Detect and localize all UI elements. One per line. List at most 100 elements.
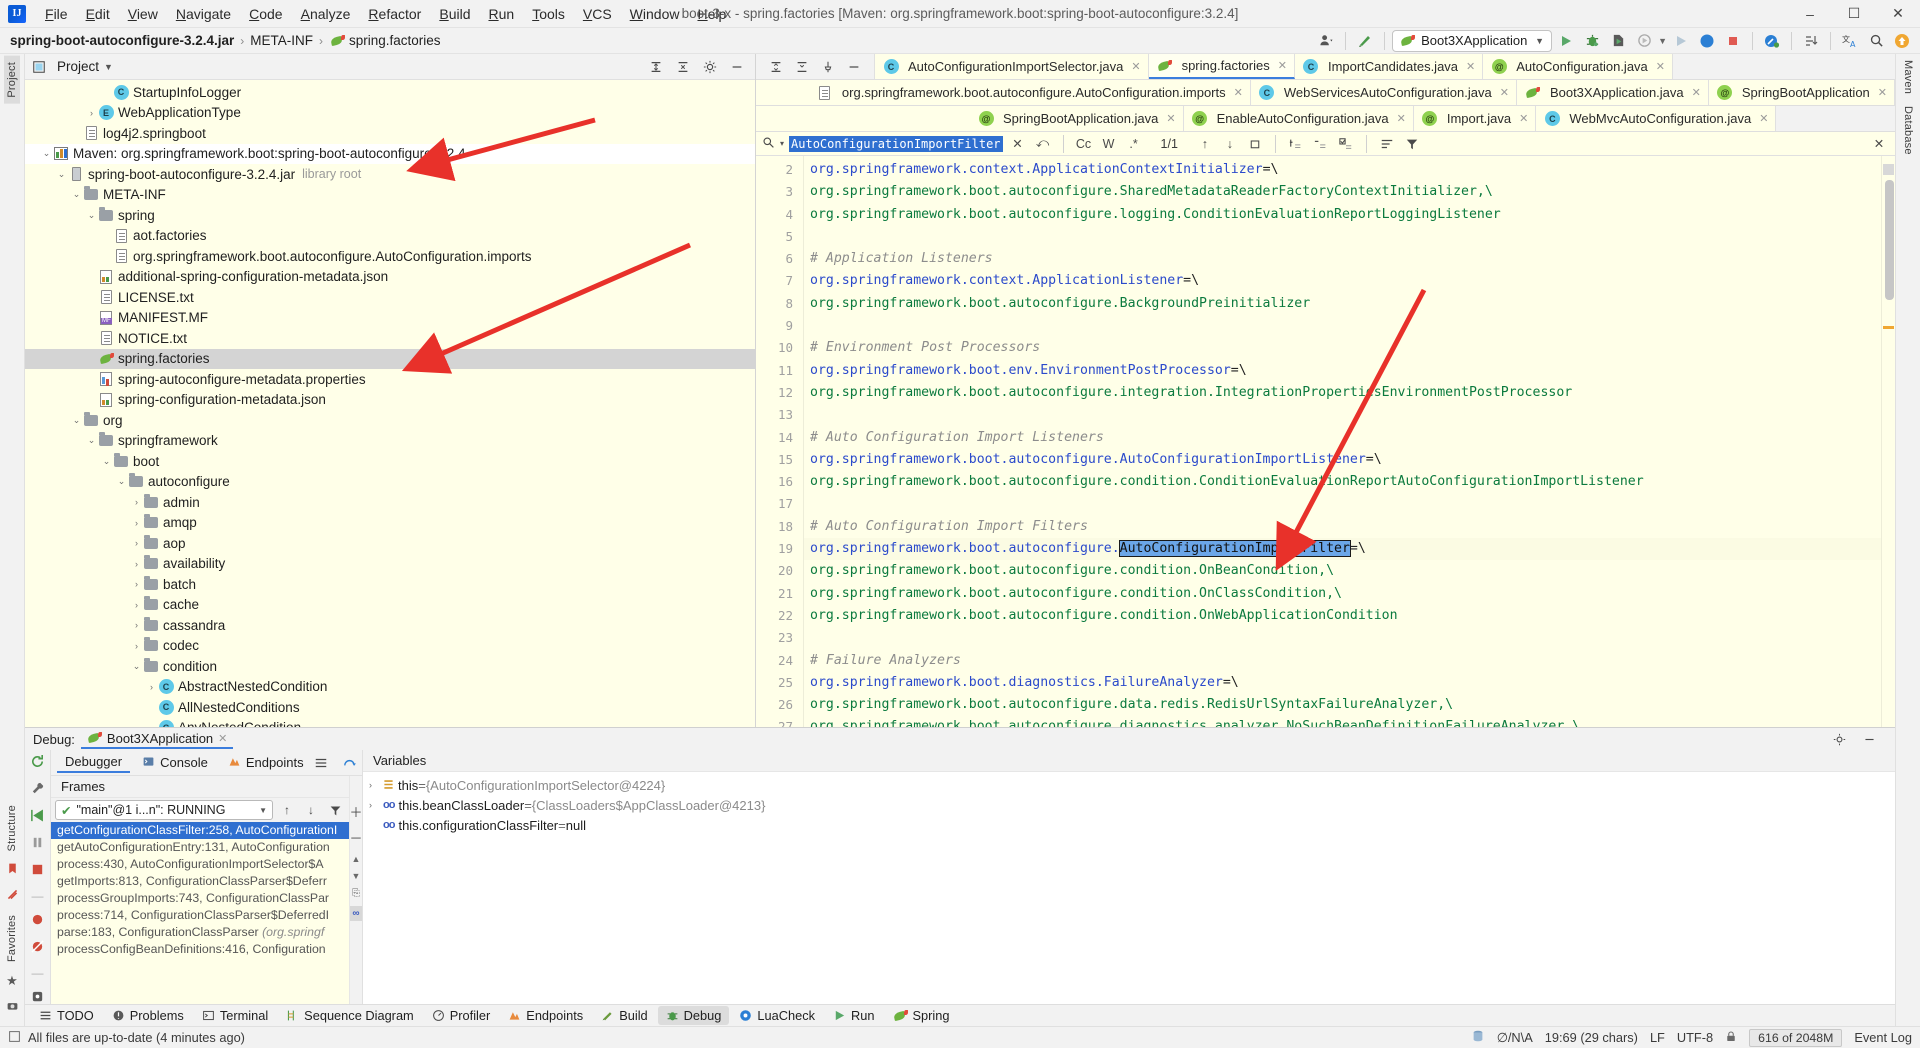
code-line[interactable]: org.springframework.boot.autoconfigure.S… <box>804 181 1881 203</box>
chevron-right-icon[interactable]: › <box>130 600 143 610</box>
tool-window-terminal[interactable]: Terminal <box>194 1006 276 1025</box>
tree-node[interactable]: ⌄ boot <box>25 451 755 472</box>
chevron-right-icon[interactable]: › <box>130 538 143 548</box>
variable-row[interactable]: oo this.configurationClassFilter = null <box>363 815 1895 835</box>
select-all-occurrences-icon[interactable] <box>1245 135 1265 153</box>
code-line[interactable]: # Environment Post Processors <box>804 337 1881 359</box>
star-icon[interactable]: ★ <box>6 973 18 989</box>
line-number[interactable]: 16 <box>756 471 793 493</box>
pause-icon[interactable] <box>30 835 45 853</box>
line-number[interactable]: 24 <box>756 650 793 672</box>
close-icon[interactable]: ✕ <box>1519 112 1528 125</box>
chevron-right-icon[interactable]: › <box>369 800 383 810</box>
sidebar-item-database[interactable]: Database <box>1900 100 1916 161</box>
debug-tab-debugger[interactable]: Debugger <box>57 752 131 773</box>
code-line[interactable]: org.springframework.boot.env.Environment… <box>804 360 1881 382</box>
code-line[interactable]: # Failure Analyzers <box>804 650 1881 672</box>
menu-navigate[interactable]: Navigate <box>167 3 240 25</box>
editor-scrollbar-thumb[interactable] <box>1885 180 1894 300</box>
code-content[interactable]: org.springframework.context.ApplicationC… <box>804 156 1881 727</box>
notification-icon[interactable] <box>1890 30 1914 52</box>
close-icon[interactable]: ✕ <box>1466 60 1475 73</box>
toggle-line-icon[interactable] <box>1336 135 1356 153</box>
editor-tab[interactable]: C WebServicesAutoConfiguration.java ✕ <box>1250 80 1517 105</box>
tree-node[interactable]: ⌄ autoconfigure <box>25 472 755 493</box>
frame-up-icon[interactable]: ↑ <box>277 801 297 819</box>
code-viewport[interactable]: 2 3 4 5 6 7 8 9 10 11 12 13 14 15 16 17 18 19 20 21 22 23 24 25… <box>756 156 1895 727</box>
tree-node[interactable]: › admin <box>25 492 755 513</box>
tree-node[interactable]: ⌄ Maven: org.springframework.boot:spring-… <box>25 143 755 164</box>
tree-node[interactable]: NOTICE.txt <box>25 328 755 349</box>
variables-list[interactable]: › this = {AutoConfigurationImportSelector… <box>363 772 1895 1004</box>
chevron-right-icon[interactable]: › <box>130 620 143 630</box>
menu-view[interactable]: View <box>119 3 167 25</box>
watches-icon[interactable]: ∞ <box>350 906 362 921</box>
chevron-down-icon[interactable]: ⌄ <box>115 476 128 487</box>
move-up-icon[interactable]: ▲ <box>352 854 361 864</box>
line-number[interactable]: 4 <box>756 204 793 226</box>
chevron-right-icon[interactable]: › <box>145 682 158 692</box>
debug-icon[interactable] <box>1580 30 1604 52</box>
variable-row[interactable]: › this = {AutoConfigurationImportSelector… <box>363 775 1895 795</box>
hide-panel-icon[interactable] <box>1857 728 1881 750</box>
update-icon[interactable] <box>1353 30 1377 52</box>
stack-frame[interactable]: parse:183, ConfigurationClassParser (org… <box>51 924 349 941</box>
tree-node[interactable]: ⌄ spring <box>25 205 755 226</box>
tree-node[interactable]: ⌄ springframework <box>25 431 755 452</box>
hide-panel-icon[interactable] <box>842 56 866 78</box>
whole-words-toggle[interactable]: W <box>1099 135 1119 153</box>
code-line[interactable]: org.springframework.boot.autoconfigure.d… <box>804 716 1881 727</box>
stack-frame[interactable]: processGroupImports:743, ConfigurationCl… <box>51 890 349 907</box>
menu-analyze[interactable]: Analyze <box>292 3 360 25</box>
code-line[interactable]: org.springframework.context.ApplicationL… <box>804 270 1881 292</box>
menu-window[interactable]: Window <box>621 3 689 25</box>
error-stripe-markers[interactable] <box>1881 156 1895 727</box>
mute-breakpoints-icon[interactable] <box>30 912 45 930</box>
code-line[interactable]: # Auto Configuration Import Listeners <box>804 427 1881 449</box>
coverage-icon[interactable] <box>6 888 19 904</box>
remove-line-icon[interactable] <box>1311 135 1331 153</box>
close-icon[interactable]: ✕ <box>1166 112 1175 125</box>
line-number[interactable]: 22 <box>756 605 793 627</box>
code-line[interactable] <box>804 404 1881 426</box>
chevron-down-icon[interactable]: ⌄ <box>55 169 68 180</box>
tree-node[interactable]: › C AbstractNestedCondition <box>25 677 755 698</box>
line-number[interactable]: 3 <box>756 181 793 203</box>
tree-node[interactable]: ⌄ condition <box>25 656 755 677</box>
tree-node[interactable]: C AllNestedConditions <box>25 697 755 718</box>
line-number[interactable]: 9 <box>756 315 793 337</box>
translate-icon[interactable]: 文A <box>1838 30 1862 52</box>
variable-row[interactable]: › oo this.beanClassLoader = {ClassLoaders$… <box>363 795 1895 815</box>
close-icon[interactable]: ✕ <box>1878 86 1887 99</box>
sidebar-item-project[interactable]: Project <box>4 56 20 104</box>
code-line[interactable]: org.springframework.boot.autoconfigure.A… <box>804 449 1881 471</box>
code-line[interactable]: org.springframework.boot.autoconfigure.i… <box>804 382 1881 404</box>
code-line[interactable]: org.springframework.boot.autoconfigure.l… <box>804 204 1881 226</box>
thread-selector[interactable]: ✔ "main"@1 i...n": RUNNING ▼ <box>55 800 273 820</box>
frames-list[interactable]: getConfigurationClassFilter:258, AutoCon… <box>51 822 349 1004</box>
close-icon[interactable]: ✕ <box>1234 86 1243 99</box>
tree-node[interactable]: ⌄ META-INF <box>25 185 755 206</box>
file-encoding[interactable]: UTF-8 <box>1677 1030 1713 1045</box>
close-icon[interactable]: ✕ <box>1397 112 1406 125</box>
resume-icon[interactable] <box>30 808 45 826</box>
tool-window-build[interactable]: Build <box>593 1006 655 1025</box>
layout-icon[interactable] <box>314 752 328 774</box>
tool-window-run[interactable]: Run <box>825 1006 882 1025</box>
stack-frame[interactable]: process:430, AutoConfigurationImportSele… <box>51 856 349 873</box>
run-configuration-selector[interactable]: Boot3XApplication ▼ <box>1392 29 1553 52</box>
line-number[interactable]: 20 <box>756 560 793 582</box>
chevron-down-icon[interactable]: ⌄ <box>70 189 83 200</box>
sidebar-item-maven[interactable]: Maven <box>1900 54 1916 100</box>
tree-node[interactable]: MANIFEST.MF <box>25 308 755 329</box>
close-button[interactable]: ✕ <box>1876 0 1920 28</box>
menu-run[interactable]: Run <box>479 3 523 25</box>
prev-match-icon[interactable]: ↑ <box>1195 135 1215 153</box>
camera-icon[interactable] <box>6 999 19 1015</box>
search-history-toggle-icon[interactable]: ⤺ <box>1033 135 1053 153</box>
collapse-all-icon[interactable] <box>671 56 695 78</box>
tree-node[interactable]: LICENSE.txt <box>25 287 755 308</box>
bookmarks-icon[interactable] <box>6 862 19 878</box>
line-number[interactable]: 26 <box>756 694 793 716</box>
breadcrumb-jar[interactable]: spring-boot-autoconfigure-3.2.4.jar <box>10 33 234 48</box>
